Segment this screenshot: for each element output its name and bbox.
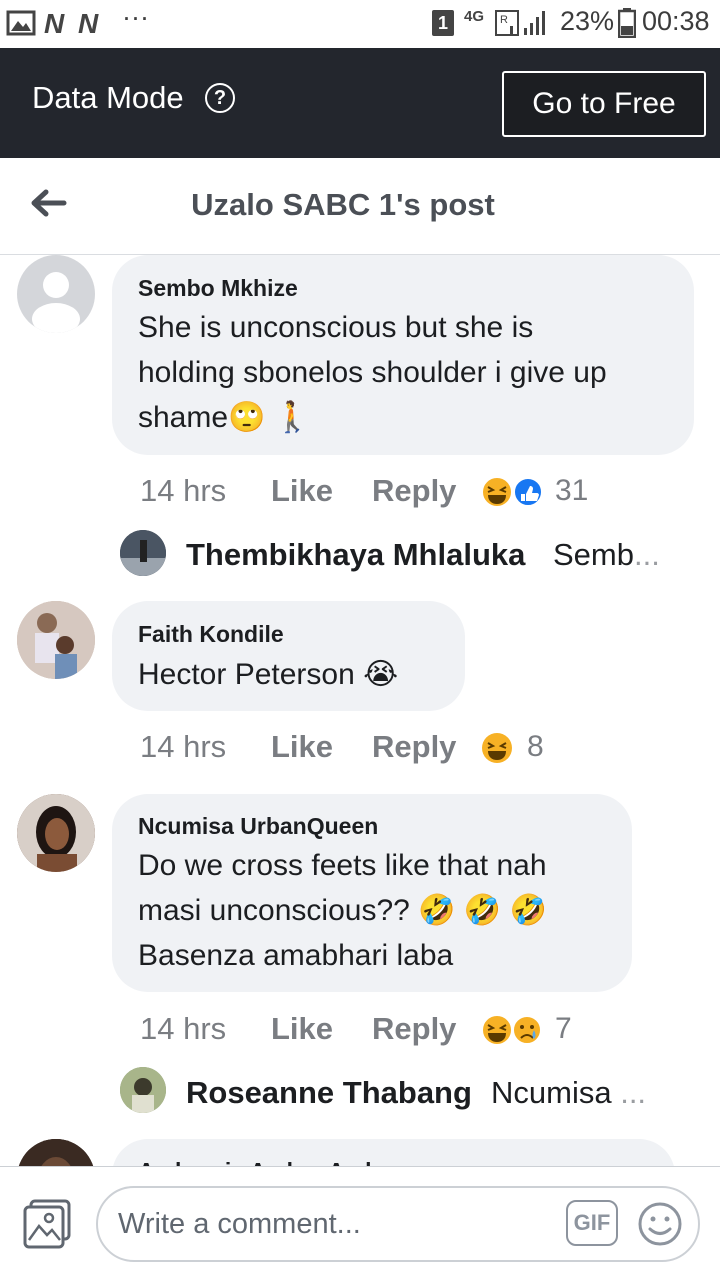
emoji-picker-icon[interactable] (636, 1200, 684, 1248)
like-button[interactable]: Like (271, 473, 333, 509)
comment-text-line: shame🙄 🚶 (138, 401, 312, 434)
reply-button[interactable]: Reply (372, 473, 456, 509)
gallery-notification-icon (6, 10, 36, 36)
comment-timestamp: 14 hrs (140, 729, 227, 764)
reply-author[interactable]: Roseanne Thabang (186, 1075, 472, 1111)
partial-comment: Ambrosia Amber Ambr (0, 1130, 720, 1166)
reply-button[interactable]: Reply (372, 729, 456, 765)
avatar[interactable] (120, 530, 166, 576)
profile-photo (17, 794, 95, 872)
reaction-count[interactable]: 7 (555, 1012, 572, 1046)
comment-text-line: Basenza amabhari laba (138, 939, 454, 972)
comment-text-line: masi unconscious?? 🤣 🤣 🤣 (138, 894, 547, 927)
profile-photo (17, 1139, 95, 1166)
reply-avatar-image (120, 1067, 166, 1113)
reply-avatar-image (120, 530, 166, 576)
comment-author[interactable]: Faith Kondile (138, 621, 284, 648)
signal-strength-icon: R (495, 10, 545, 36)
battery-icon (618, 8, 636, 38)
reply-preview[interactable]: Ncumisa ... (491, 1075, 646, 1111)
comment-author[interactable]: Ambrosia Amber Ambr (138, 1158, 388, 1166)
comment-text-line: holding sbonelos shoulder i give up (138, 356, 607, 389)
clock: 00:38 (642, 6, 710, 36)
reply-preview[interactable]: Semb... (553, 537, 660, 573)
comment-text-line: Do we cross feets like that nah (138, 849, 547, 882)
data-mode-label: Data Mode (32, 80, 184, 115)
gif-button[interactable]: GIF (566, 1200, 618, 1246)
sim-slot-icon: 1 (432, 10, 454, 36)
haha-reaction-icon (482, 733, 512, 763)
battery-percentage: 23% (560, 6, 615, 36)
avatar[interactable] (17, 1139, 95, 1166)
photo-attach-icon[interactable] (22, 1198, 74, 1250)
comment-text-line: She is unconscious but she is (138, 311, 534, 344)
news-notification-icon: N (44, 8, 65, 39)
haha-reaction-icon (481, 476, 543, 508)
avatar[interactable] (17, 255, 95, 333)
more-notifications-indicator: ··· (122, 2, 149, 32)
avatar[interactable] (17, 794, 95, 872)
reaction-count[interactable]: 8 (527, 730, 544, 764)
avatar[interactable] (17, 601, 95, 679)
comment-author[interactable]: Sembo Mkhize (138, 275, 298, 302)
reactions-summary[interactable] (480, 474, 543, 510)
like-button[interactable]: Like (271, 1011, 333, 1047)
like-button[interactable]: Like (271, 729, 333, 765)
comment-timestamp: 14 hrs (140, 1011, 227, 1046)
reactions-summary[interactable] (480, 1012, 546, 1053)
page-title: Uzalo SABC 1's post (191, 187, 495, 222)
network-type-indicator: 4G (464, 8, 485, 25)
avatar[interactable] (120, 1067, 166, 1113)
reactions-summary[interactable] (480, 730, 516, 771)
comment-timestamp: 14 hrs (140, 473, 227, 508)
default-avatar-icon (32, 272, 80, 333)
svg-text:R: R (500, 14, 508, 26)
haha-sad-reaction-icons (481, 1014, 542, 1046)
news-notification-icon-2: N (78, 8, 99, 39)
comment-input-placeholder[interactable]: Write a comment... (118, 1208, 361, 1241)
go-to-free-button[interactable]: Go to Free (502, 71, 706, 137)
comment-author[interactable]: Ncumisa UrbanQueen (138, 813, 378, 840)
reply-button[interactable]: Reply (372, 1011, 456, 1047)
profile-photo (17, 601, 95, 679)
reaction-count[interactable]: 31 (555, 474, 588, 508)
reply-author[interactable]: Thembikhaya Mhlaluka (186, 537, 525, 573)
comment-text-line: Hector Peterson 😭 (138, 658, 399, 691)
help-icon[interactable]: ? (205, 83, 235, 113)
